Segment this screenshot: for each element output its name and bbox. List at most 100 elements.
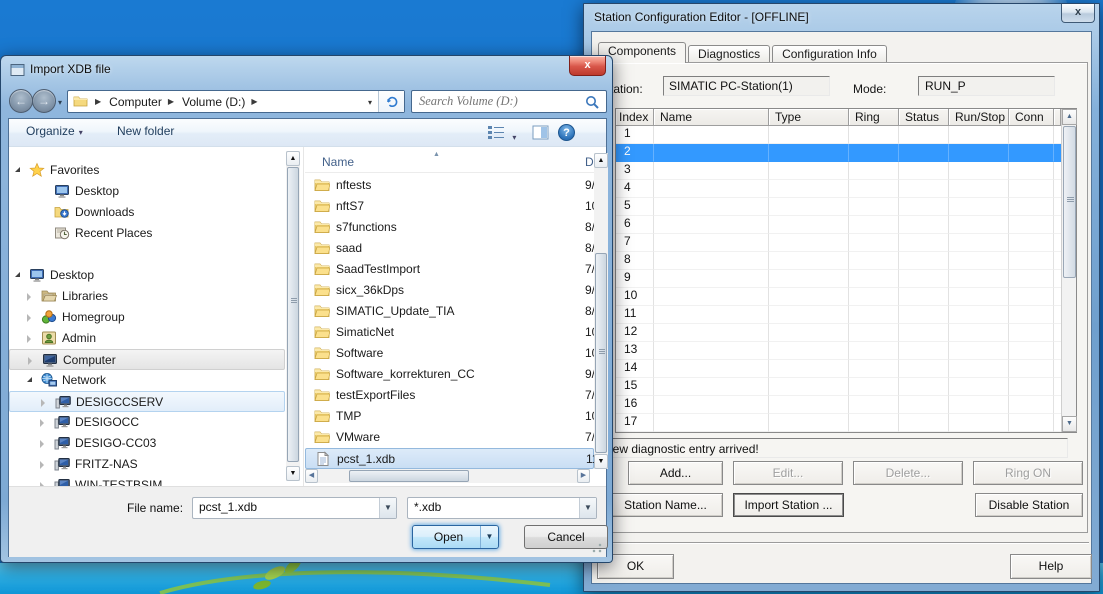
- open-split-dropdown-icon[interactable]: ▼: [480, 526, 498, 548]
- organize-button[interactable]: Organize▾: [26, 124, 83, 138]
- tab-configuration-info[interactable]: Configuration Info: [772, 45, 887, 63]
- file-row-vmware[interactable]: VMware7/1: [305, 427, 594, 448]
- pane-splitter[interactable]: [303, 147, 304, 486]
- file-row-s7functions[interactable]: s7functions8/1: [305, 217, 594, 238]
- file-row-testexportfiles[interactable]: testExportFiles7/3: [305, 385, 594, 406]
- file-row-saadtestimport[interactable]: SaadTestImport7/2: [305, 259, 594, 280]
- expander-open-icon[interactable]: [15, 272, 20, 277]
- grid-scroll-up-icon[interactable]: ▲: [1062, 109, 1077, 125]
- sidebar-scroll-thumb[interactable]: [287, 167, 299, 462]
- file-row-simatic-update-tia[interactable]: SIMATIC_Update_TIA8/8: [305, 301, 594, 322]
- column-header-index[interactable]: Index: [616, 109, 654, 126]
- forward-button[interactable]: →: [32, 89, 56, 113]
- grid-row-12[interactable]: 12: [616, 324, 1076, 342]
- grid-row-13[interactable]: 13: [616, 342, 1076, 360]
- grid-row-8[interactable]: 8: [616, 252, 1076, 270]
- horizontal-scroll-thumb[interactable]: [349, 470, 469, 482]
- expander-open-icon[interactable]: [15, 167, 20, 172]
- grid-scroll-thumb[interactable]: [1063, 126, 1076, 278]
- components-grid[interactable]: IndexNameTypeRingStatusRun/StopConn 1234…: [615, 108, 1077, 433]
- address-bar[interactable]: ▶ Computer ▶ Volume (D:) ▶ ▾: [67, 90, 405, 113]
- search-input[interactable]: [419, 93, 579, 110]
- breadcrumb-volume-d[interactable]: Volume (D:): [178, 95, 247, 109]
- expander-closed-icon[interactable]: [27, 335, 31, 343]
- sidebar-item-recent-places[interactable]: Recent Places: [9, 223, 285, 244]
- expander-closed-icon[interactable]: [40, 419, 44, 427]
- sidebar-item-downloads[interactable]: Downloads: [9, 202, 285, 223]
- file-row-sicx-36kdps[interactable]: sicx_36kDps9/5: [305, 280, 594, 301]
- disable-station-button[interactable]: Disable Station: [975, 493, 1083, 517]
- grid-row-17[interactable]: 17: [616, 414, 1076, 432]
- breadcrumb-computer[interactable]: Computer: [105, 95, 164, 109]
- expander-closed-icon[interactable]: [28, 357, 32, 365]
- sidebar-item-desigo-cc03[interactable]: DESIGO-CC03: [9, 433, 285, 454]
- resize-grip[interactable]: [592, 543, 602, 553]
- dialog-close-button[interactable]: x: [569, 56, 606, 76]
- sidebar-item-favorites[interactable]: Favorites: [9, 160, 285, 181]
- expander-closed-icon[interactable]: [41, 399, 45, 407]
- sidebar-item-win-testbsim[interactable]: WIN-TESTBSIM: [9, 475, 285, 486]
- nav-history-dropdown-icon[interactable]: ▾: [58, 98, 62, 107]
- expander-closed-icon[interactable]: [27, 314, 31, 322]
- add-button[interactable]: Add...: [628, 461, 723, 485]
- expander-closed-icon[interactable]: [40, 461, 44, 469]
- file-row-saad[interactable]: saad8/2: [305, 238, 594, 259]
- column-header-status[interactable]: Status: [899, 109, 949, 126]
- expander-closed-icon[interactable]: [27, 293, 31, 301]
- help-icon[interactable]: ?: [558, 124, 575, 141]
- file-row-pcst-1-xdb[interactable]: pcst_1.xdb11/: [305, 448, 594, 469]
- sidebar-scroll-down-icon[interactable]: ▼: [286, 466, 300, 481]
- station-name-button[interactable]: Station Name...: [608, 493, 723, 517]
- file-row-nfts7[interactable]: nftS710/: [305, 196, 594, 217]
- file-list-scrollbar[interactable]: ▲ ▼: [594, 153, 608, 469]
- ring-on-button[interactable]: Ring ON: [973, 461, 1083, 485]
- editor-close-button[interactable]: x: [1061, 4, 1095, 23]
- edit-button[interactable]: Edit...: [733, 461, 843, 485]
- grid-row-2[interactable]: 2: [616, 144, 1076, 162]
- sidebar-item-computer[interactable]: Computer: [9, 349, 285, 370]
- preview-pane-button[interactable]: [532, 125, 549, 143]
- file-row-simaticnet[interactable]: SimaticNet10/: [305, 322, 594, 343]
- grid-row-14[interactable]: 14: [616, 360, 1076, 378]
- delete-button[interactable]: Delete...: [853, 461, 963, 485]
- expander-closed-icon[interactable]: [40, 440, 44, 448]
- file-name-combobox[interactable]: ▼: [192, 497, 397, 519]
- file-type-combobox[interactable]: ▼: [407, 497, 597, 519]
- open-button[interactable]: Open ▼: [412, 525, 499, 549]
- file-name-input[interactable]: [199, 500, 351, 514]
- column-header-type[interactable]: Type: [769, 109, 849, 126]
- grid-row-16[interactable]: 16: [616, 396, 1076, 414]
- grid-row-5[interactable]: 5: [616, 198, 1076, 216]
- grid-row-10[interactable]: 10: [616, 288, 1076, 306]
- file-type-input[interactable]: [414, 500, 555, 514]
- grid-row-1[interactable]: 1: [616, 126, 1076, 144]
- file-list-header[interactable]: ▲ Name Da: [305, 153, 594, 173]
- file-name-dropdown-icon[interactable]: ▼: [379, 498, 396, 518]
- back-button[interactable]: ←: [9, 89, 33, 113]
- file-list-scroll-thumb[interactable]: [595, 253, 607, 453]
- sidebar-item-desktop[interactable]: Desktop: [9, 181, 285, 202]
- grid-row-3[interactable]: 3: [616, 162, 1076, 180]
- search-box[interactable]: [411, 90, 607, 113]
- help-button[interactable]: Help: [1010, 554, 1092, 579]
- new-folder-button[interactable]: New folder: [117, 124, 174, 138]
- sidebar-item-admin[interactable]: Admin: [9, 328, 285, 349]
- file-row-software-korrekturen-cc[interactable]: Software_korrekturen_CC9/2: [305, 364, 594, 385]
- file-list-horizontal-scrollbar[interactable]: ◀ ▶: [305, 469, 590, 483]
- grid-row-15[interactable]: 15: [616, 378, 1076, 396]
- expander-open-icon[interactable]: [27, 377, 32, 382]
- grid-row-6[interactable]: 6: [616, 216, 1076, 234]
- file-list-scroll-up-icon[interactable]: ▲: [594, 153, 608, 168]
- grid-row-7[interactable]: 7: [616, 234, 1076, 252]
- address-dropdown-icon[interactable]: ▾: [368, 98, 372, 107]
- grid-vertical-scrollbar[interactable]: ▲ ▼: [1061, 109, 1076, 432]
- column-header-ring[interactable]: Ring: [849, 109, 899, 126]
- sidebar-item-network[interactable]: Network: [9, 370, 285, 391]
- views-button[interactable]: ▾: [487, 125, 516, 143]
- sidebar-scroll-up-icon[interactable]: ▲: [286, 151, 300, 166]
- column-header-conn[interactable]: Conn: [1009, 109, 1054, 126]
- sidebar-item-fritz-nas[interactable]: FRITZ-NAS: [9, 454, 285, 475]
- grid-scroll-down-icon[interactable]: ▼: [1062, 416, 1077, 432]
- grid-row-9[interactable]: 9: [616, 270, 1076, 288]
- sidebar-scrollbar[interactable]: ▲ ▼: [286, 151, 300, 481]
